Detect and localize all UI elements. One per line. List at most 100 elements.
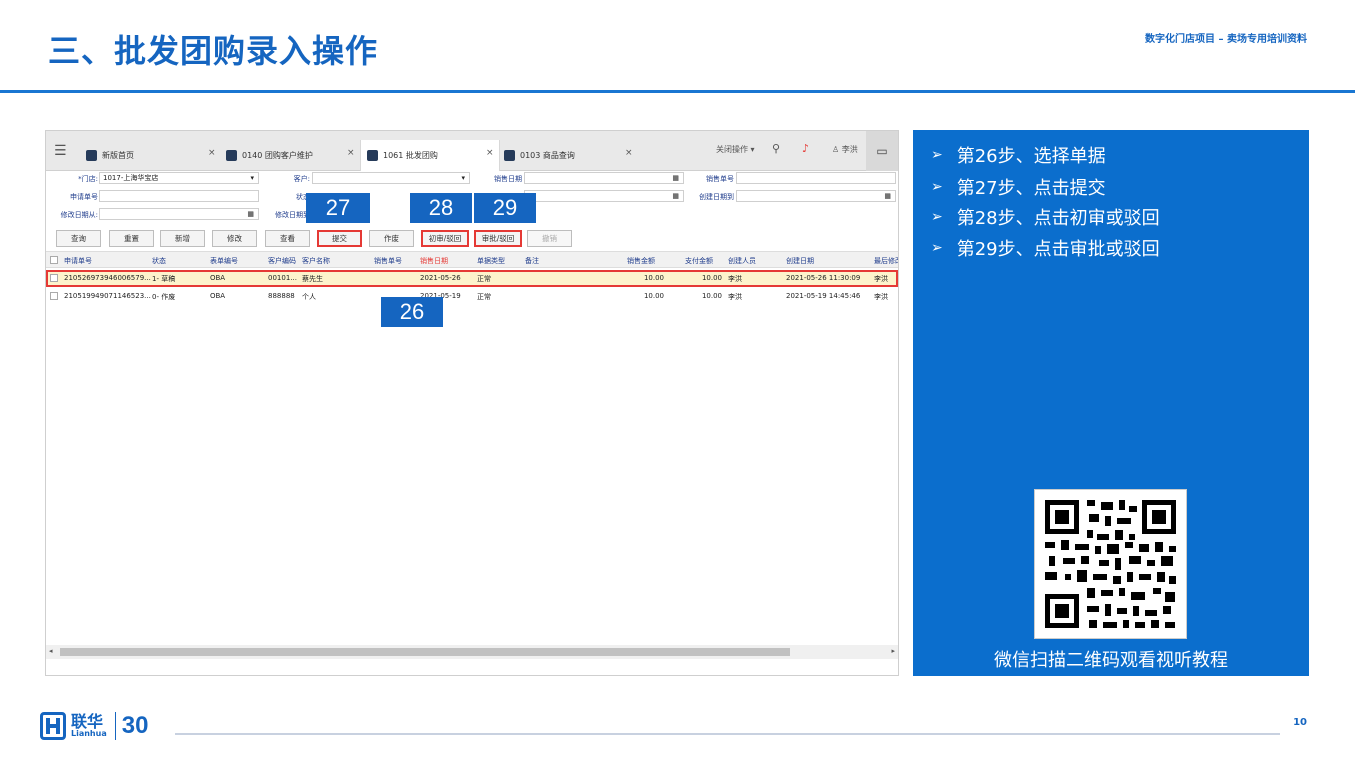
cell-status: 1- 草稿 [152,275,176,283]
slide-subtitle: 数字化门店项目 – 卖场专用培训资料 [1145,34,1307,45]
scroll-right-icon[interactable]: ▸ [891,647,895,655]
cell-doc-type: 正常 [477,293,491,301]
submit-button[interactable]: 提交 [317,230,362,247]
close-icon[interactable]: × [208,148,216,158]
table-row[interactable]: 210519949071146523... 0- 作废 OBA 888888 个… [46,288,898,305]
logo-text: 联华 Lianhua [71,714,107,738]
col-customer-code[interactable]: 客户编码 [268,256,296,266]
select-all-checkbox[interactable] [50,256,58,264]
page-tab-icon [504,150,515,161]
customer-label: 客户: [293,175,310,183]
col-status[interactable]: 状态 [152,256,166,266]
col-sale-no[interactable]: 销售单号 [374,256,402,266]
sale-date-input[interactable]: ▦ [524,172,684,184]
scrollbar-thumb[interactable] [60,648,790,656]
customer-select[interactable]: ▾ [312,172,470,184]
step-item: ➢ 第28步、点击初审或驳回 [931,208,1160,229]
row-checkbox[interactable] [50,274,58,282]
tab-home[interactable]: 新版首页 [86,140,221,171]
col-create-date[interactable]: 创建日期 [786,256,814,266]
arrow-icon: ➢ [931,179,943,195]
hamburger-menu-icon[interactable]: ☰ [54,143,67,159]
step-badge-29: 29 [474,193,536,223]
cell-form-no: OBA [210,292,226,300]
approve-reject-button[interactable]: 审批/驳回 [474,230,522,247]
cell-create-date: 2021-05-19 14:45:46 [786,292,861,300]
edit-button[interactable]: 修改 [212,230,257,247]
close-icon[interactable]: × [347,148,355,158]
user-menu[interactable]: ♙ 李洪 [832,144,858,155]
col-doc-type[interactable]: 单据类型 [477,256,505,266]
table-row[interactable]: 210526973946006579... 1- 草稿 OBA 00101...… [46,270,898,287]
horizontal-scrollbar[interactable]: ◂ ▸ [46,645,898,659]
scroll-left-icon[interactable]: ◂ [49,647,53,655]
footer-divider [175,733,1280,735]
create-date-input[interactable]: ▦ [736,190,896,202]
app-window: ☰ 新版首页 × 0140 团购客户维护 × 1061 批发团购 × 0103 … [45,130,899,676]
row-checkbox[interactable] [50,292,58,300]
add-button[interactable]: 新增 [160,230,205,247]
anniversary-mark: 30 [114,712,148,740]
view-button[interactable]: 查看 [265,230,310,247]
col-apply-no[interactable]: 申请单号 [64,256,92,266]
tab-label: 新版首页 [102,151,134,160]
qr-code [1034,489,1187,639]
tab-wholesale-group[interactable]: 1061 批发团购 [360,140,500,171]
cell-pay-amount: 10.00 [701,292,722,300]
monitor-icon[interactable]: ▭ [866,131,898,171]
tab-bar: ☰ 新版首页 × 0140 团购客户维护 × 1061 批发团购 × 0103 … [46,131,898,171]
cell-create-date: 2021-05-26 11:30:09 [786,274,861,282]
step-item: ➢ 第27步、点击提交 [931,178,1106,199]
first-review-reject-button[interactable]: 初审/驳回 [421,230,469,247]
void-button[interactable]: 作废 [369,230,414,247]
slide-title: 三、批发团购录入操作 [48,32,379,70]
header-divider [0,90,1355,93]
create-date-label: 创建日期到 [699,193,734,201]
company-logo: 联华 Lianhua 30 [40,712,148,740]
lianhua-logo-icon [40,712,66,740]
step-badge-26: 26 [381,297,443,327]
cell-apply-no: 210519949071146523... [64,292,151,300]
cell-last-modified: 李洪 [874,275,888,283]
col-sale-date[interactable]: 销售日期 [420,256,448,266]
query-button[interactable]: 查询 [56,230,101,247]
modify-from-input[interactable]: ▦ [99,208,259,220]
col-pay-amount[interactable]: 支付金额 [685,256,713,266]
sale-date-label: 销售日期 [494,175,522,183]
apply-no-label: 申请单号 [70,193,98,201]
home-tab-icon [86,150,97,161]
bell-icon[interactable]: ♪ [802,142,809,155]
revoke-button[interactable]: 撤销 [527,230,572,247]
col-form-no[interactable]: 表单编号 [210,256,238,266]
col-sale-amount[interactable]: 销售金额 [627,256,655,266]
reset-button[interactable]: 重置 [109,230,154,247]
tab-group-customer[interactable]: 0140 团购客户维护 [226,140,361,171]
store-select[interactable]: 1017-上海华宝店 ▾ [99,172,259,184]
qr-code-icon [1045,500,1176,628]
cell-apply-no: 210526973946006579... [64,274,151,282]
page-tab-icon [226,150,237,161]
tab-label: 1061 批发团购 [383,151,438,160]
tab-product-query[interactable]: 0103 商品查询 [504,140,634,171]
apply-no-input[interactable] [99,190,259,202]
cell-customer-code: 00101... [268,274,297,282]
col-customer-name[interactable]: 客户名称 [302,256,330,266]
date-input[interactable]: ▦ [524,190,684,202]
search-icon[interactable]: ⚲ [772,142,780,155]
cell-customer-name: 蔡先生 [302,275,323,283]
cell-doc-type: 正常 [477,275,491,283]
tab-label: 0140 团购客户维护 [242,151,313,160]
sale-no-input[interactable] [736,172,896,184]
sale-no-label: 销售单号 [706,175,734,183]
cell-sale-date: 2021-05-26 [420,274,461,282]
close-icon[interactable]: × [486,148,494,158]
cell-pay-amount: 10.00 [701,274,722,282]
close-icon[interactable]: × [625,148,633,158]
close-operations-menu[interactable]: 关闭操作 ▾ [716,144,755,155]
grid-header: 申请单号 状态 表单编号 客户编码 客户名称 销售单号 销售日期 单据类型 备注… [46,251,898,268]
col-creator[interactable]: 创建人员 [728,256,756,266]
cell-sale-amount: 10.00 [643,292,664,300]
cell-last-modified: 李洪 [874,293,888,301]
col-remark[interactable]: 备注 [525,256,539,266]
col-last-modified[interactable]: 最后修改 [874,256,898,266]
